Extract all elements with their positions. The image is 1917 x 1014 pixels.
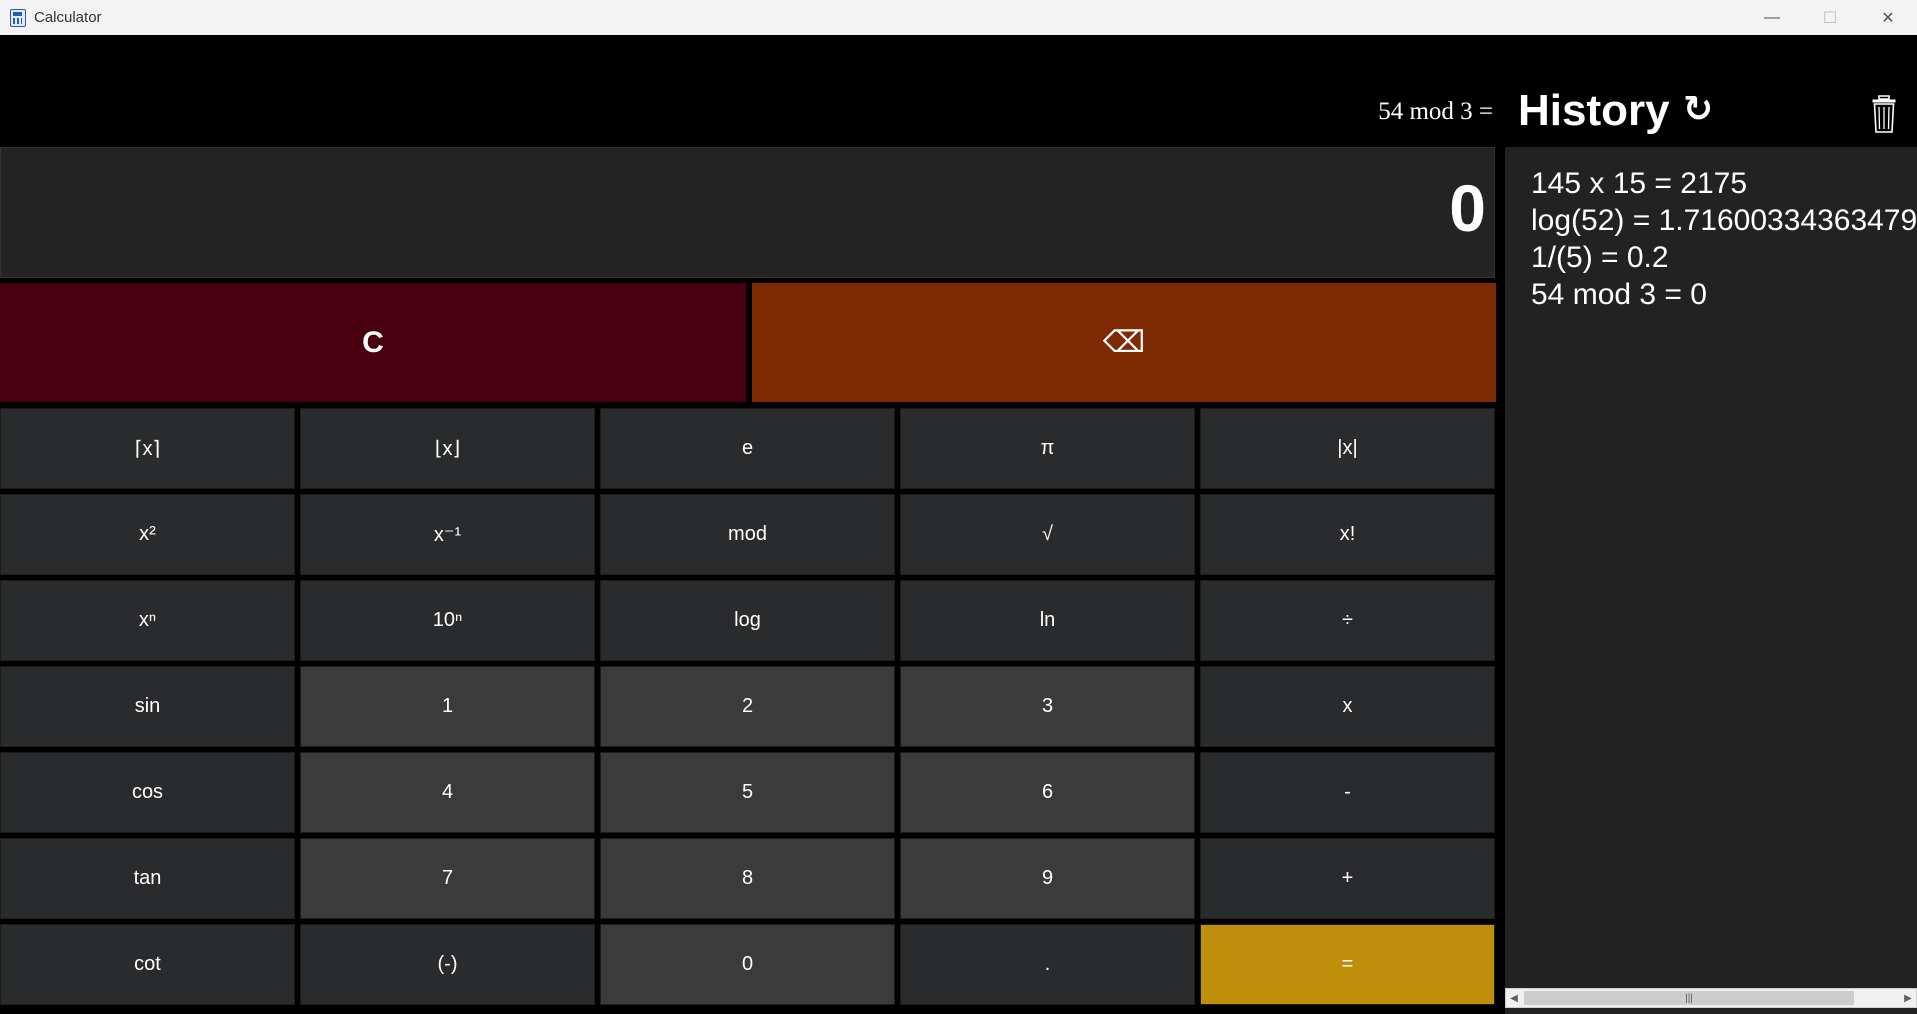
square-button[interactable]: x² xyxy=(0,494,295,575)
add-button[interactable]: + xyxy=(1200,838,1495,919)
minimize-button[interactable]: — xyxy=(1743,0,1801,35)
sin-button[interactable]: sin xyxy=(0,666,295,747)
absolute-button[interactable]: |x| xyxy=(1200,408,1495,489)
digit-2-button[interactable]: 2 xyxy=(600,666,895,747)
subtract-button[interactable]: - xyxy=(1200,752,1495,833)
scroll-left-icon[interactable]: ◀ xyxy=(1506,989,1522,1007)
trash-icon[interactable] xyxy=(1872,95,1896,133)
scrollbar-thumb[interactable]: ||| xyxy=(1524,991,1854,1005)
euler-button[interactable]: e xyxy=(600,408,895,489)
history-item[interactable]: 145 x 15 = 2175 xyxy=(1531,165,1917,202)
close-button[interactable]: ✕ xyxy=(1859,0,1917,35)
history-item[interactable]: 1/(5) = 0.2 xyxy=(1531,239,1917,276)
divide-button[interactable]: ÷ xyxy=(1200,580,1495,661)
window-title: Calculator xyxy=(34,9,102,26)
mod-button[interactable]: mod xyxy=(600,494,895,575)
result-display: 0 xyxy=(0,147,1495,278)
history-horizontal-scrollbar[interactable]: ◀ ||| ▶ xyxy=(1505,988,1917,1008)
digit-5-button[interactable]: 5 xyxy=(600,752,895,833)
display-value: 0 xyxy=(1449,171,1486,245)
expression-line: 54 mod 3 = xyxy=(1378,98,1493,125)
cos-button[interactable]: cos xyxy=(0,752,295,833)
title-bar: Calculator — ☐ ✕ xyxy=(0,0,1917,35)
window-controls: — ☐ ✕ xyxy=(1743,0,1917,35)
digit-8-button[interactable]: 8 xyxy=(600,838,895,919)
decimal-button[interactable]: . xyxy=(900,924,1195,1005)
reciprocal-button[interactable]: x⁻¹ xyxy=(300,494,595,575)
clear-button[interactable]: C xyxy=(0,283,746,402)
history-panel: 145 x 15 = 2175 log(52) = 1.716003343634… xyxy=(1505,147,1917,1014)
backspace-button[interactable]: ⌫ xyxy=(752,283,1496,402)
history-item[interactable]: log(52) = 1.716003343634799 xyxy=(1531,202,1917,239)
backspace-icon: ⌫ xyxy=(1102,326,1146,359)
ln-button[interactable]: ln xyxy=(900,580,1195,661)
history-list: 145 x 15 = 2175 log(52) = 1.716003343634… xyxy=(1531,165,1917,313)
floor-button[interactable]: ⌊x⌋ xyxy=(300,408,595,489)
digit-7-button[interactable]: 7 xyxy=(300,838,595,919)
calculator-app-icon xyxy=(10,8,26,27)
sqrt-button[interactable]: √ xyxy=(900,494,1195,575)
ten-power-button[interactable]: 10ⁿ xyxy=(300,580,595,661)
tan-button[interactable]: tan xyxy=(0,838,295,919)
digit-4-button[interactable]: 4 xyxy=(300,752,595,833)
digit-3-button[interactable]: 3 xyxy=(900,666,1195,747)
pi-button[interactable]: π xyxy=(900,408,1195,489)
history-title: History xyxy=(1518,86,1670,135)
negate-button[interactable]: (-) xyxy=(300,924,595,1005)
multiply-button[interactable]: x xyxy=(1200,666,1495,747)
factorial-button[interactable]: x! xyxy=(1200,494,1495,575)
keypad: ⌈x⌉ ⌊x⌋ e π |x| x² x⁻¹ mod √ x! xⁿ 10ⁿ l… xyxy=(0,408,1496,1005)
history-item[interactable]: 54 mod 3 = 0 xyxy=(1531,276,1917,313)
ceiling-button[interactable]: ⌈x⌉ xyxy=(0,408,295,489)
digit-6-button[interactable]: 6 xyxy=(900,752,1195,833)
maximize-button[interactable]: ☐ xyxy=(1801,0,1859,35)
refresh-icon[interactable]: ↻ xyxy=(1683,91,1717,127)
digit-0-button[interactable]: 0 xyxy=(600,924,895,1005)
power-button[interactable]: xⁿ xyxy=(0,580,295,661)
digit-9-button[interactable]: 9 xyxy=(900,838,1195,919)
grip-icon: ||| xyxy=(1685,992,1693,1004)
digit-1-button[interactable]: 1 xyxy=(300,666,595,747)
equals-button[interactable]: = xyxy=(1200,924,1495,1005)
log-button[interactable]: log xyxy=(600,580,895,661)
scroll-right-icon[interactable]: ▶ xyxy=(1900,989,1916,1007)
cot-button[interactable]: cot xyxy=(0,924,295,1005)
